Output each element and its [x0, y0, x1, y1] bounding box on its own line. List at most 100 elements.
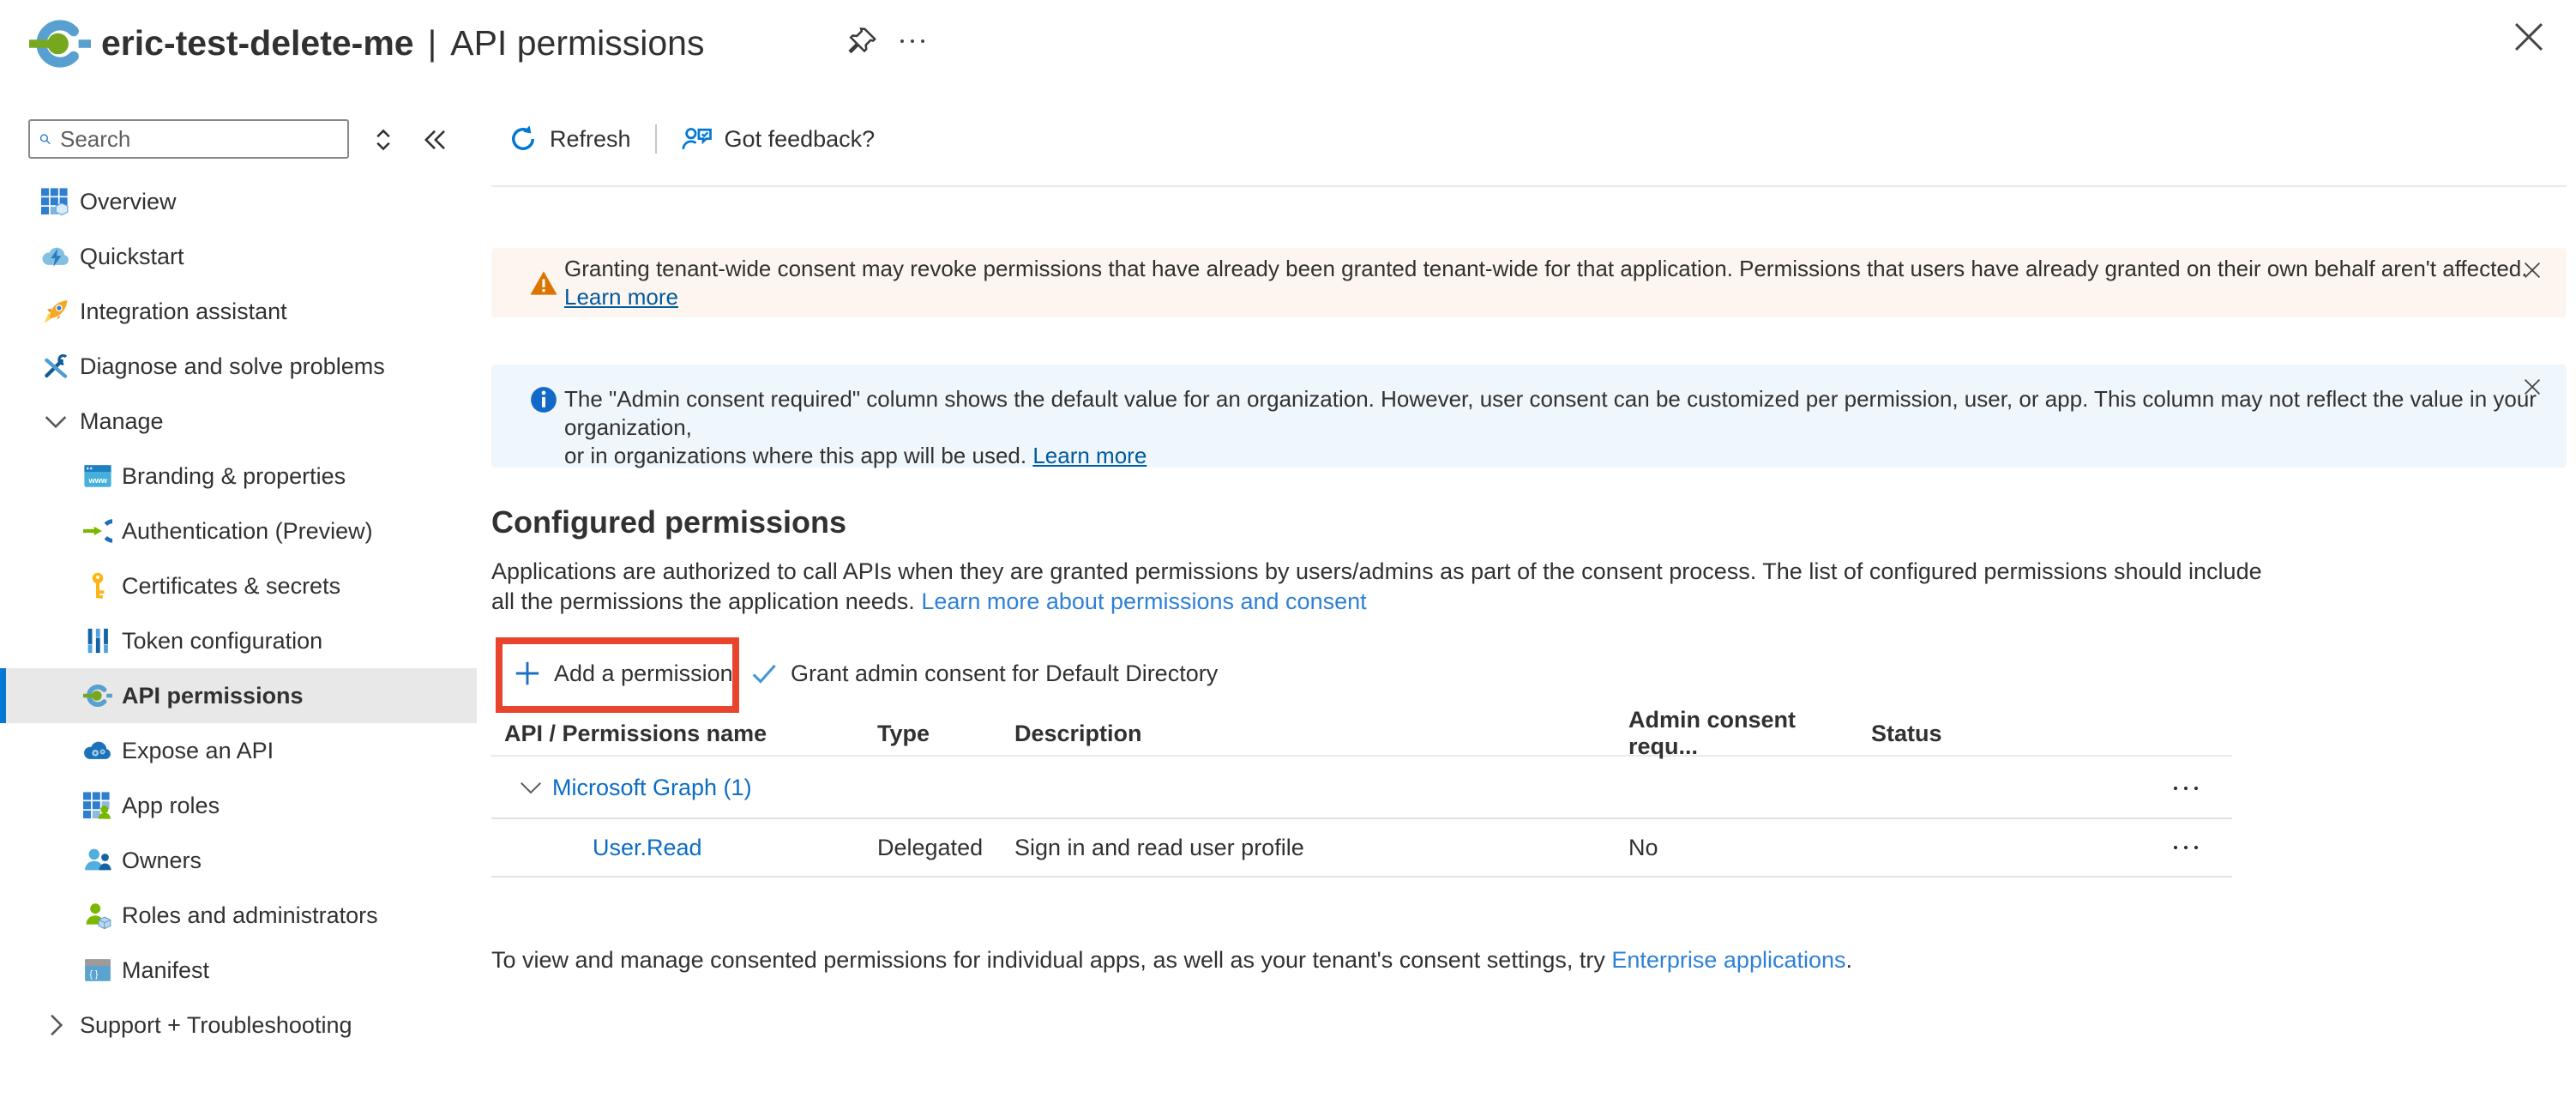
sidebar-item-app-roles[interactable]: App roles — [0, 778, 477, 833]
plus-icon — [513, 659, 542, 688]
info-text: The "Admin consent required" column show… — [564, 385, 2567, 470]
grant-admin-consent-button[interactable]: Grant admin consent for Default Director… — [749, 654, 1218, 693]
more-actions-icon[interactable] — [897, 27, 935, 55]
pin-icon[interactable] — [846, 24, 880, 58]
info-circle-icon — [529, 385, 558, 414]
sidebar-group-manage[interactable]: Manage — [0, 394, 477, 449]
sidebar-item-integration-assistant[interactable]: Integration assistant — [0, 284, 477, 339]
sidebar-group-label: Manage — [80, 408, 164, 435]
sidebar-item-branding[interactable]: www Branding & properties — [0, 449, 477, 504]
blade-header: eric-test-delete-me | API permissions — [0, 0, 2576, 86]
sidebar-item-quickstart[interactable]: Quickstart — [0, 229, 477, 284]
collapse-sidebar-icon[interactable] — [420, 125, 449, 154]
table-header: API / Permissions name Type Description … — [491, 712, 2232, 757]
sidebar-item-label: API permissions — [122, 683, 304, 709]
sign-in-icon — [83, 516, 112, 546]
person-feedback-icon — [681, 123, 713, 155]
app-name: eric-test-delete-me — [101, 23, 414, 63]
row-menu-icon[interactable] — [2171, 784, 2200, 793]
info-close-icon[interactable] — [2520, 375, 2544, 399]
add-permission-button[interactable]: Add a permission — [513, 654, 733, 693]
sidebar-item-diagnose[interactable]: Diagnose and solve problems — [0, 339, 477, 394]
title-separator: | — [428, 23, 437, 63]
warning-learn-more-link[interactable]: Learn more — [564, 284, 678, 310]
permission-link[interactable]: User.Read — [593, 835, 877, 861]
description-line2: all the permissions the application need… — [491, 588, 915, 614]
admin-person-cube-icon — [83, 901, 112, 930]
feedback-button[interactable]: Got feedback? — [681, 123, 876, 155]
sidebar-nav: Overview Quickstart Integration assistan… — [0, 174, 477, 1053]
sidebar-item-roles-and-administrators[interactable]: Roles and administrators — [0, 888, 477, 943]
main-content: Refresh Got feedback? Granting tenant-wi… — [491, 86, 2576, 1098]
sidebar-item-label: Expose an API — [122, 738, 274, 764]
sidebar-item-label: Quickstart — [80, 244, 184, 270]
sidebar-item-label: Manifest — [122, 957, 209, 984]
enterprise-applications-link[interactable]: Enterprise applications — [1611, 947, 1845, 973]
info-learn-more-link[interactable]: Learn more — [1032, 443, 1147, 468]
tools-icon — [41, 352, 70, 381]
grid-person-icon — [83, 791, 112, 820]
footer-text: To view and manage consented permissions… — [491, 947, 1611, 973]
refresh-icon — [508, 124, 539, 154]
expand-collapse-icon[interactable] — [369, 125, 398, 154]
sidebar-item-expose-an-api[interactable]: Expose an API — [0, 723, 477, 778]
rocket-icon — [41, 297, 70, 326]
row-menu-icon[interactable] — [2171, 843, 2200, 852]
sidebar-item-token-configuration[interactable]: Token configuration — [0, 613, 477, 668]
code-window-icon: { } — [83, 956, 112, 985]
cell-description: Sign in and read user profile — [1014, 835, 1628, 861]
key-icon — [83, 571, 112, 600]
search-icon — [39, 127, 51, 151]
sidebar-item-label: App roles — [122, 793, 220, 819]
sidebar-item-manifest[interactable]: { } Manifest — [0, 943, 477, 998]
command-bar: Refresh Got feedback? — [508, 117, 875, 161]
description-line1: Applications are authorized to call APIs… — [491, 557, 2262, 587]
page-title: eric-test-delete-me | API permissions — [101, 0, 704, 86]
refresh-button[interactable]: Refresh — [508, 124, 631, 154]
browser-window-icon: www — [83, 462, 112, 491]
table-group-row[interactable]: Microsoft Graph (1) — [491, 758, 2232, 819]
svg-text:www: www — [88, 476, 108, 485]
sidebar-item-certificates[interactable]: Certificates & secrets — [0, 558, 477, 613]
chevron-down-icon[interactable] — [518, 775, 544, 801]
sidebar-item-authentication[interactable]: Authentication (Preview) — [0, 504, 477, 558]
warning-close-icon[interactable] — [2520, 258, 2544, 282]
search-box[interactable] — [28, 119, 349, 159]
sidebar: Overview Quickstart Integration assistan… — [0, 86, 477, 1098]
column-header: API / Permissions name — [504, 721, 877, 747]
sidebar-item-owners[interactable]: Owners — [0, 833, 477, 888]
column-header: Status — [1871, 721, 2232, 747]
sidebar-group-support[interactable]: Support + Troubleshooting — [0, 998, 477, 1053]
column-header: Admin consent requ... — [1628, 707, 1871, 760]
sidebar-item-label: Branding & properties — [122, 463, 346, 490]
warning-triangle-icon — [529, 268, 558, 298]
section-heading: Configured permissions — [491, 504, 846, 540]
close-icon[interactable] — [2509, 17, 2549, 57]
chevron-right-icon — [41, 1011, 70, 1040]
permissions-consent-link[interactable]: Learn more about permissions and consent — [921, 588, 1366, 614]
sidebar-item-label: Token configuration — [122, 628, 322, 655]
cell-admin-consent: No — [1628, 835, 1871, 861]
refresh-label: Refresh — [550, 126, 631, 153]
sidebar-item-label: Integration assistant — [80, 299, 287, 325]
sidebar-item-overview[interactable]: Overview — [0, 174, 477, 229]
search-input[interactable] — [60, 122, 347, 156]
sliders-icon — [83, 626, 112, 655]
overview-icon — [41, 187, 70, 216]
sidebar-item-label: Roles and administrators — [122, 902, 378, 929]
sidebar-group-label: Support + Troubleshooting — [80, 1012, 352, 1039]
table-row[interactable]: User.Read Delegated Sign in and read use… — [491, 819, 2232, 878]
quickstart-icon — [41, 242, 70, 271]
api-group-link[interactable]: Microsoft Graph (1) — [552, 775, 752, 801]
footer-suffix: . — [1846, 947, 1853, 973]
footer-note: To view and manage consented permissions… — [491, 947, 1852, 974]
warning-banner: Granting tenant-wide consent may revoke … — [491, 248, 2567, 317]
people-icon — [83, 846, 112, 875]
info-message-line1: The "Admin consent required" column show… — [564, 385, 2567, 442]
sidebar-item-api-permissions[interactable]: API permissions — [0, 668, 477, 723]
api-permissions-icon — [83, 681, 112, 710]
warning-text: Granting tenant-wide consent may revoke … — [564, 248, 2567, 317]
sidebar-item-label: Diagnose and solve problems — [80, 353, 385, 380]
app-registration-icon — [29, 13, 91, 75]
sidebar-item-label: Authentication (Preview) — [122, 518, 373, 545]
